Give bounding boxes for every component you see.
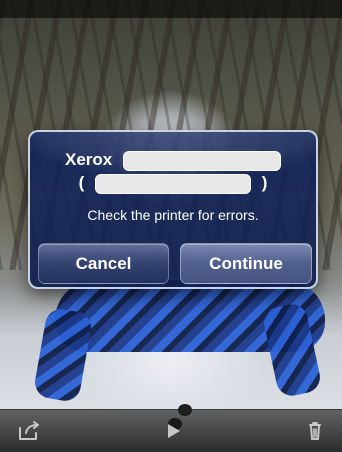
printer-error-alert: Xerox ( ) Check the printer for errors. …: [28, 130, 318, 289]
alert-title-open-paren: (: [78, 173, 85, 192]
redacted-printer-name: [122, 150, 281, 171]
alert-title-line-2: ( ): [30, 173, 316, 194]
play-icon[interactable]: [160, 419, 186, 443]
redacted-printer-address: [95, 173, 251, 194]
status-bar: [0, 0, 342, 18]
cancel-button[interactable]: Cancel: [38, 243, 169, 284]
photo-viewer-screen: Xerox ( ) Check the printer for errors. …: [0, 0, 342, 452]
alert-title-prefix: Xerox: [65, 150, 113, 169]
bottom-toolbar: [0, 409, 342, 452]
alert-title-line: Xerox: [30, 150, 316, 171]
alert-message: Check the printer for errors.: [87, 207, 259, 223]
share-icon[interactable]: [16, 419, 42, 443]
continue-button[interactable]: Continue: [180, 243, 312, 284]
alert-title-close-paren: ): [261, 173, 268, 192]
trash-icon[interactable]: [302, 419, 328, 443]
